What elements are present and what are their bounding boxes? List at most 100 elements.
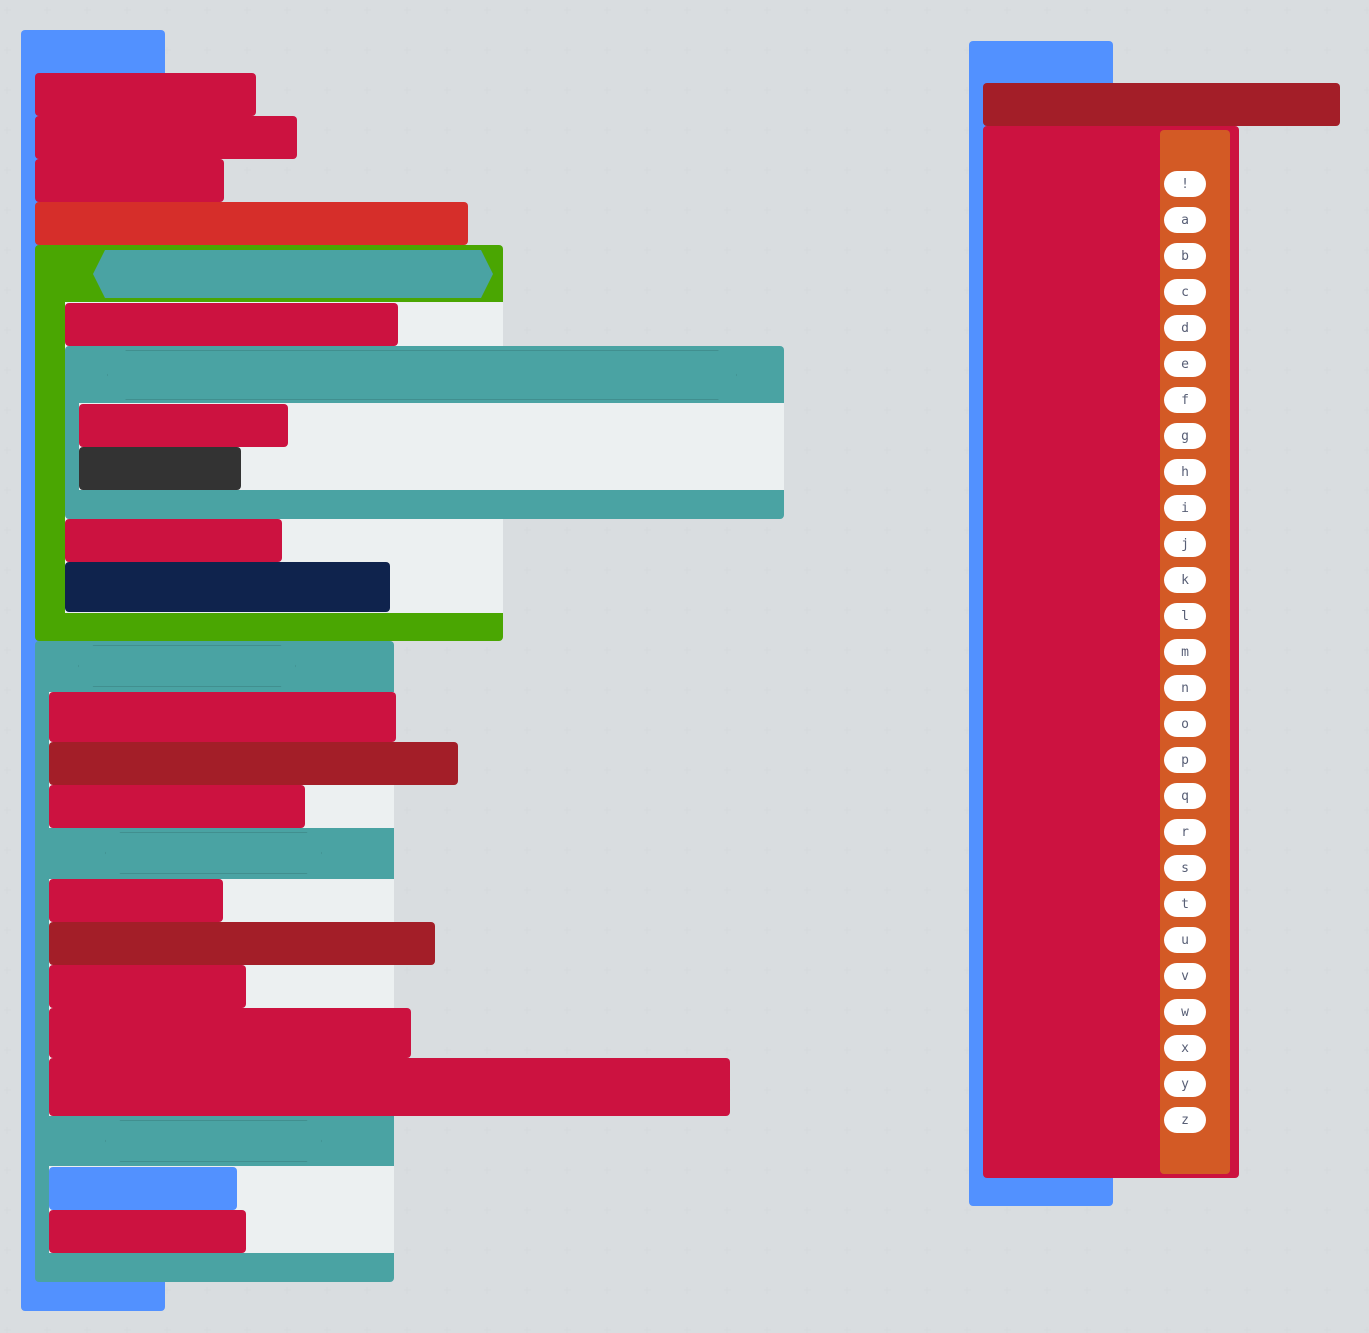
array-item-string[interactable]: s — [1164, 855, 1206, 881]
set-premg-block[interactable] — [65, 519, 282, 562]
grid-cross — [724, 927, 731, 934]
array-item-string[interactable]: e — [1164, 351, 1206, 377]
grid-cross — [764, 287, 771, 294]
array-item-string[interactable]: n — [1164, 675, 1206, 701]
grid-cross — [924, 1167, 931, 1174]
grid-cross — [644, 7, 651, 14]
set-vreme-block[interactable] — [35, 116, 297, 159]
grid-cross — [244, 1327, 251, 1333]
grid-cross — [404, 1247, 411, 1254]
change-nadja-block[interactable] — [79, 404, 288, 447]
array-item-string[interactable]: d — [1164, 315, 1206, 341]
array-item-string[interactable]: v — [1164, 963, 1206, 989]
array-item-string[interactable]: p — [1164, 747, 1206, 773]
array-item-string[interactable]: h — [1164, 459, 1206, 485]
wait-block[interactable] — [79, 447, 241, 490]
grid-cross — [444, 1167, 451, 1174]
array-item-string[interactable]: b — [1164, 243, 1206, 269]
array-item-string[interactable]: w — [1164, 999, 1206, 1025]
grid-cross — [4, 527, 11, 534]
array-item-string[interactable]: q — [1164, 783, 1206, 809]
grid-cross — [684, 767, 691, 774]
grid-cross — [644, 687, 651, 694]
set-bgn-block[interactable] — [49, 879, 223, 922]
equals-condition[interactable] — [105, 1120, 322, 1162]
set-emg-block[interactable] — [65, 303, 398, 346]
array-item-string[interactable]: a — [1164, 207, 1206, 233]
array-item-string[interactable]: m — [1164, 639, 1206, 665]
grid-cross — [604, 127, 611, 134]
grid-cross — [404, 1327, 411, 1333]
grid-cross — [724, 807, 731, 814]
set-1click-block[interactable] — [49, 785, 305, 828]
servo-write-block[interactable] — [49, 922, 435, 965]
serial-write-line-block[interactable] — [65, 562, 390, 612]
grid-cross — [684, 1167, 691, 1174]
array-item-string[interactable]: k — [1164, 567, 1206, 593]
grid-cross — [1164, 47, 1171, 54]
array-item-string[interactable]: u — [1164, 927, 1206, 953]
grid-cross — [604, 887, 611, 894]
grid-cross — [1084, 1287, 1091, 1294]
grid-cross — [324, 47, 331, 54]
grid-cross — [884, 607, 891, 614]
set-moveby-zero-block[interactable] — [49, 965, 246, 1008]
array-item-string[interactable]: r — [1164, 819, 1206, 845]
set-moveby-block[interactable] — [49, 692, 396, 742]
grid-cross — [524, 87, 531, 94]
set-slovo-join-block[interactable] — [49, 1058, 730, 1116]
grid-cross — [1204, 1247, 1211, 1254]
grid-cross — [564, 167, 571, 174]
grid-cross — [644, 887, 651, 894]
servo-write-block[interactable] — [983, 83, 1340, 126]
grid-cross — [764, 1327, 771, 1333]
array-item-string[interactable]: l — [1164, 603, 1206, 629]
grid-cross — [684, 527, 691, 534]
grid-cross — [404, 847, 411, 854]
grid-cross — [1324, 1087, 1331, 1094]
array-item-string[interactable]: f — [1164, 387, 1206, 413]
grid-cross — [804, 687, 811, 694]
array-item-string[interactable]: ! — [1164, 171, 1206, 197]
grid-cross — [884, 847, 891, 854]
equals-condition[interactable] — [105, 832, 322, 874]
grid-cross — [524, 607, 531, 614]
servo-write-block[interactable] — [49, 742, 458, 785]
set-slovo-empty-block[interactable] — [49, 1210, 246, 1253]
grid-cross — [4, 687, 11, 694]
grid-cross — [1284, 1087, 1291, 1094]
grid-cross — [604, 1247, 611, 1254]
play-tone-block[interactable] — [35, 202, 468, 245]
array-item-string[interactable]: y — [1164, 1071, 1206, 1097]
grid-cross — [684, 1247, 691, 1254]
array-item-string[interactable]: c — [1164, 279, 1206, 305]
array-item-string[interactable]: z — [1164, 1107, 1206, 1133]
array-item-string[interactable]: i — [1164, 495, 1206, 521]
grid-cross — [724, 87, 731, 94]
grid-cross — [484, 767, 491, 774]
grid-cross — [924, 327, 931, 334]
array-item-string[interactable]: g — [1164, 423, 1206, 449]
grid-cross — [564, 567, 571, 574]
grid-cross — [524, 527, 531, 534]
grid-cross — [1364, 767, 1369, 774]
grid-cross — [724, 247, 731, 254]
show-string-block[interactable] — [49, 1167, 237, 1210]
set-treshold-block[interactable] — [35, 73, 256, 116]
grid-cross — [644, 1127, 651, 1134]
and-condition[interactable] — [107, 350, 737, 400]
set-2click-block[interactable] — [49, 1008, 411, 1058]
grid-cross — [484, 727, 491, 734]
grid-cross — [844, 367, 851, 374]
array-item-string[interactable]: x — [1164, 1035, 1206, 1061]
grid-cross — [1084, 1207, 1091, 1214]
array-item-string[interactable]: o — [1164, 711, 1206, 737]
array-item-string[interactable]: j — [1164, 531, 1206, 557]
set-nadja-block[interactable] — [35, 159, 224, 202]
grid-cross — [724, 727, 731, 734]
array-item-string[interactable]: t — [1164, 891, 1206, 917]
equals-condition[interactable] — [78, 645, 296, 687]
while-condition[interactable] — [93, 250, 493, 298]
grid-cross — [524, 1327, 531, 1333]
grid-cross — [4, 727, 11, 734]
